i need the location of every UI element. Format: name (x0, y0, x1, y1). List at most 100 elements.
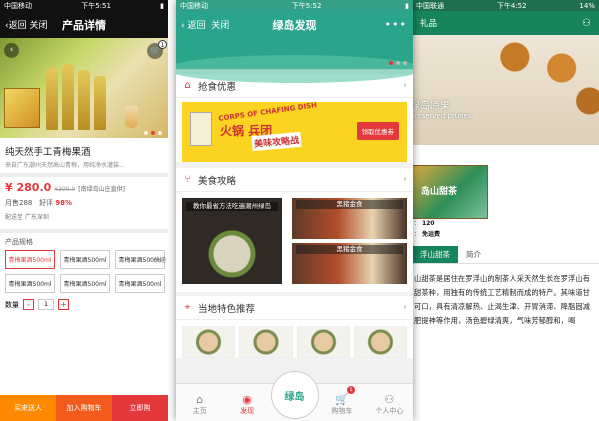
spec-options: 青梅果酒500ml 青梅果酒500ml 青梅果酒500ml 青梅果酒500ml … (0, 250, 165, 293)
spec-option[interactable]: 青梅果酒500ml (5, 274, 55, 293)
tea-box-image: 岛山甜茶 (412, 165, 488, 219)
food-card[interactable]: 黑猪金食 (292, 243, 407, 284)
back-button[interactable]: ‹返回 关闭 (0, 18, 48, 31)
gift-detail-screen: 中国联通 下午4:52 14% 礼品 ⚇ 绿岛凉果 preserved prun… (412, 0, 599, 421)
recommend-item[interactable] (182, 326, 236, 358)
spec-option[interactable]: 青梅果酒500ml (5, 250, 55, 269)
fork-knife-icon: ⑂ (184, 174, 191, 185)
recommend-item[interactable] (239, 326, 293, 358)
close-button[interactable]: 关闭 (30, 21, 48, 31)
get-coupon-button[interactable]: 领取优惠券 (356, 122, 399, 140)
carrier-label: 中国联通 (416, 1, 444, 10)
coupon-title-en: CORPS OF CHAFING DISH (217, 102, 318, 123)
food-caption: 教你最省方法吃遍潮州绿岛 (186, 202, 278, 211)
coupon-banner[interactable]: CORPS OF CHAFING DISH 火锅 兵团 美味攻略战 领取优惠券 (182, 102, 407, 162)
product-description: 山甜茶是居住在罗浮山的制茶人采天然生长在罗浮山有甜茶种，用独有的传统工艺精制而成… (414, 274, 591, 325)
rating-value: 98% (55, 199, 73, 207)
food-card-large[interactable]: 教你最省方法吃遍潮州绿岛 (182, 198, 282, 284)
section-header[interactable]: ⌖ 当地特色推荐 › (176, 296, 413, 320)
plus-button[interactable]: + (58, 299, 69, 310)
time-label: 下午5:51 (81, 1, 111, 10)
spec-option[interactable]: 青梅果酒500ml (115, 274, 165, 293)
coupon-slogan: 美味攻略战 (251, 131, 302, 152)
close-button[interactable]: 关闭 (211, 21, 229, 31)
cart-icon: 🛒 (335, 393, 349, 406)
tab-profile[interactable]: ⚇ 个人中心 (366, 384, 413, 421)
discover-screen: 中国移动 下午5:52 ▮ ‹ 返回 关闭 绿岛发现 ••• ⌂ 抢食优惠 › … (176, 0, 413, 421)
user-icon: ⚇ (384, 393, 395, 406)
nav-bar: ‹ 返回 关闭 绿岛发现 ••• (176, 11, 413, 38)
food-caption: 黑猪金食 (296, 245, 403, 254)
product-subtitle: 来自广东潮州天然高山青梅，用纯净水灌装... (5, 162, 125, 169)
image-pager (144, 131, 162, 135)
status-bar: 中国移动 下午5:51 ▮ (0, 0, 168, 11)
cart-badge: 1 (346, 386, 355, 394)
page-title: 礼品 (420, 19, 438, 29)
action-bar: 买来送人 加入购物车 立即购 (0, 395, 168, 421)
prev-arrow-icon[interactable]: ‹ (4, 43, 19, 58)
gift-buy-button[interactable]: 买来送人 (0, 395, 56, 421)
monthly-sales: 月售288 (5, 199, 33, 207)
bottom-tab-bar: ⌂ 主页 ◉ 发现 🛒 购物车 1 ⚇ 个人中心 绿岛 (176, 371, 413, 421)
quantity-label: 数量 (5, 300, 19, 309)
quantity-input[interactable]: 1 (38, 299, 54, 310)
tab-cart[interactable]: 🛒 购物车 1 (318, 384, 365, 421)
bottle (94, 76, 106, 130)
shipping-info: 配送至 广东深圳 (5, 214, 49, 221)
product-image[interactable]: 绿岛凉果 preserved prunes (412, 35, 599, 145)
carrier-label: 中国移动 (4, 1, 32, 10)
brand-logo[interactable]: 绿岛 (270, 371, 319, 419)
discover-icon: ◉ (242, 393, 252, 406)
status-bar: 中国移动 下午5:52 ▮ (176, 0, 413, 11)
back-button[interactable]: ‹ 返回 关闭 (176, 18, 229, 31)
bottle (46, 68, 58, 130)
poster-figure (190, 112, 212, 146)
section-title: 抢食优惠 (198, 81, 237, 93)
detail-tabs: 浮山甜茶 简介 (412, 246, 599, 264)
section-header[interactable]: ⑂ 美食攻略 › (176, 168, 413, 192)
tab-product[interactable]: 浮山甜茶 (412, 246, 458, 263)
overlay-name: 绿岛凉果 (412, 101, 450, 112)
status-bar: 中国联通 下午4:52 14% (412, 0, 599, 11)
old-price: ¥300.0 (54, 186, 76, 193)
box-label: 岛山甜茶 (421, 187, 458, 197)
overlay-name-en: preserved prunes (412, 112, 472, 120)
nav-bar: 礼品 ⚇ (412, 11, 599, 35)
bottle (62, 64, 74, 130)
chevron-right-icon: › (403, 174, 407, 185)
banner-pager (389, 61, 407, 65)
nav-bar: ‹返回 关闭 产品详情 (0, 11, 168, 38)
recommend-list (176, 320, 413, 358)
top-banner[interactable] (176, 38, 413, 83)
price: ¥ 280.0 (5, 181, 52, 194)
minus-button[interactable]: - (23, 299, 34, 310)
product-image[interactable]: ‹ 🛒 1 (0, 38, 168, 138)
shipping-method: 快递 (153, 257, 166, 264)
food-grid: 教你最省方法吃遍潮州绿岛 黑猪金食 黑猪金食 (176, 192, 413, 292)
tab-intro[interactable]: 简介 (458, 246, 489, 263)
tab-discover[interactable]: ◉ 发现 (223, 384, 270, 421)
add-to-cart-button[interactable]: 加入购物车 (56, 395, 112, 421)
food-guide-section: ⑂ 美食攻略 › 教你最省方法吃遍潮州绿岛 黑猪金食 黑猪金食 (176, 168, 413, 292)
battery-icon: ▮ (405, 1, 409, 10)
section-title: 当地特色推荐 (198, 303, 256, 315)
tab-home[interactable]: ⌂ 主页 (176, 384, 223, 421)
recommend-item[interactable] (353, 326, 407, 358)
local-specialty-section: ⌖ 当地特色推荐 › (176, 296, 413, 358)
recommend-item[interactable] (296, 326, 350, 358)
food-card[interactable]: 黑猪金食 (292, 198, 407, 239)
rating-label: 好评 (39, 199, 54, 207)
tag-icon: ⌂ (184, 80, 191, 91)
buy-now-button[interactable]: 立即购 (112, 395, 168, 421)
spec-title: 产品规格 (5, 238, 33, 246)
user-icon[interactable]: ⚇ (582, 18, 591, 29)
more-icon[interactable]: ••• (385, 18, 407, 31)
section-header[interactable]: ⌂ 抢食优惠 › (176, 74, 413, 98)
food-caption: 黑猪金食 (296, 200, 403, 209)
battery-label: 14% (579, 1, 595, 10)
sales-stats: 月售288 好评 98% (0, 194, 168, 210)
shipping-fee: ： 免运费 (414, 231, 440, 238)
spec-option[interactable]: 青梅果酒500ml (60, 250, 110, 269)
spec-option[interactable]: 青梅果酒500ml (60, 274, 110, 293)
time-label: 下午5:52 (291, 1, 322, 10)
